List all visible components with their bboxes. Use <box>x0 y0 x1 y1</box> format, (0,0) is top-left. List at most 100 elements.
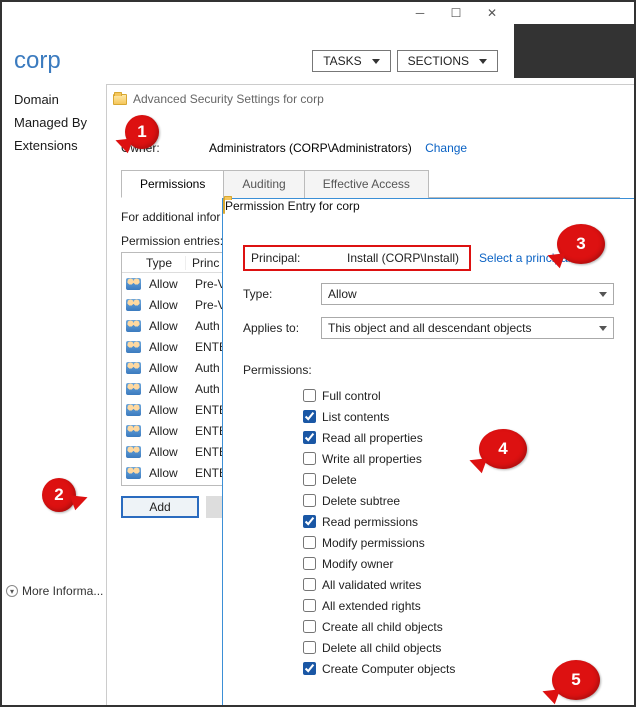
close-button[interactable]: ✕ <box>474 3 510 23</box>
row-type: Allow <box>143 340 189 354</box>
type-value: Allow <box>328 287 357 301</box>
permission-item[interactable]: Full control <box>303 385 620 406</box>
folder-icon <box>113 94 127 105</box>
advanced-security-title: Advanced Security Settings for corp <box>133 92 324 106</box>
row-type: Allow <box>143 403 189 417</box>
permission-item[interactable]: Read permissions <box>303 511 620 532</box>
row-type: Allow <box>143 361 189 375</box>
permission-label: All extended rights <box>322 599 421 613</box>
people-icon <box>126 320 141 332</box>
permission-checkbox[interactable] <box>303 452 316 465</box>
add-button[interactable]: Add <box>121 496 199 518</box>
permission-checkbox[interactable] <box>303 662 316 675</box>
permission-checkbox[interactable] <box>303 641 316 654</box>
permission-checkbox[interactable] <box>303 620 316 633</box>
permission-checkbox[interactable] <box>303 599 316 612</box>
tasks-dropdown[interactable]: TASKS <box>312 50 390 72</box>
chevron-down-icon <box>599 292 607 297</box>
permission-item[interactable]: All extended rights <box>303 595 620 616</box>
applies-select[interactable]: This object and all descendant objects <box>321 317 614 339</box>
folder-icon <box>223 198 225 214</box>
permission-checkbox[interactable] <box>303 536 316 549</box>
tasks-label: TASKS <box>323 54 361 68</box>
chevron-down-icon <box>479 59 487 64</box>
type-select[interactable]: Allow <box>321 283 614 305</box>
page-header: corp TASKS SECTIONS <box>2 42 510 80</box>
permission-entry-titlebar: Permission Entry for corp <box>223 199 634 227</box>
adv-tabs: Permissions Auditing Effective Access <box>121 169 620 198</box>
permission-checkbox[interactable] <box>303 515 316 528</box>
permission-label: Create all child objects <box>322 620 443 634</box>
permission-checkbox[interactable] <box>303 578 316 591</box>
permission-checkbox[interactable] <box>303 431 316 444</box>
permission-label: Write all properties <box>322 452 422 466</box>
tab-effective-access[interactable]: Effective Access <box>304 170 429 198</box>
sections-label: SECTIONS <box>408 54 469 68</box>
col-type: Type <box>140 256 186 270</box>
people-icon <box>126 404 141 416</box>
applies-label: Applies to: <box>243 321 321 335</box>
permission-checkbox[interactable] <box>303 410 316 423</box>
people-icon <box>126 278 141 290</box>
permission-item[interactable]: Modify owner <box>303 553 620 574</box>
owner-row: Owner: Administrators (CORP\Administrato… <box>121 125 620 169</box>
more-information-expander[interactable]: ▾ More Informa... <box>6 584 103 598</box>
permission-checkbox[interactable] <box>303 473 316 486</box>
permission-item[interactable]: Delete all child objects <box>303 637 620 658</box>
background-strip <box>514 24 634 78</box>
permission-label: Read permissions <box>322 515 418 529</box>
type-label: Type: <box>243 287 321 301</box>
permission-item[interactable]: Create all child objects <box>303 616 620 637</box>
nav-item-domain[interactable]: Domain <box>2 88 106 111</box>
principal-highlight: Principal: Install (CORP\Install) <box>243 245 471 271</box>
permission-label: All validated writes <box>322 578 421 592</box>
permission-item[interactable]: All validated writes <box>303 574 620 595</box>
left-nav: Domain Managed By Extensions ▾ More Info… <box>2 84 106 161</box>
people-icon <box>126 299 141 311</box>
tab-auditing[interactable]: Auditing <box>223 170 304 198</box>
callout-4: 4 <box>479 429 527 469</box>
type-row: Type: Allow <box>243 283 620 305</box>
maximize-button[interactable]: ☐ <box>438 3 474 23</box>
permission-checkbox[interactable] <box>303 494 316 507</box>
permission-checkbox[interactable] <box>303 557 316 570</box>
more-label: More Informa... <box>22 584 103 598</box>
permission-label: Delete <box>322 473 357 487</box>
people-icon <box>126 425 141 437</box>
permission-item[interactable]: List contents <box>303 406 620 427</box>
chevron-down-icon: ▾ <box>6 585 18 597</box>
tab-permissions[interactable]: Permissions <box>121 170 224 198</box>
minimize-button[interactable]: ─ <box>402 3 438 23</box>
chevron-down-icon <box>372 59 380 64</box>
callout-2: 2 <box>42 478 76 512</box>
row-type: Allow <box>143 298 189 312</box>
permission-entry-title: Permission Entry for corp <box>225 199 360 213</box>
applies-value: This object and all descendant objects <box>328 321 531 335</box>
permission-item[interactable]: Delete subtree <box>303 490 620 511</box>
people-icon <box>126 446 141 458</box>
permission-label: Delete all child objects <box>322 641 441 655</box>
row-type: Allow <box>143 466 189 480</box>
permission-entry-window: Permission Entry for corp Principal: Ins… <box>222 198 634 705</box>
nav-item-extensions[interactable]: Extensions <box>2 134 106 157</box>
callout-1: 1 <box>125 115 159 149</box>
change-owner-link[interactable]: Change <box>425 141 467 155</box>
callout-3: 3 <box>557 224 605 264</box>
row-type: Allow <box>143 445 189 459</box>
owner-value: Administrators (CORP\Administrators) <box>209 141 412 155</box>
row-type: Allow <box>143 424 189 438</box>
chevron-down-icon <box>599 326 607 331</box>
sections-dropdown[interactable]: SECTIONS <box>397 50 498 72</box>
permission-item[interactable]: Write all properties <box>303 448 620 469</box>
advanced-security-titlebar: Advanced Security Settings for corp <box>107 85 634 113</box>
nav-item-managed-by[interactable]: Managed By <box>2 111 106 134</box>
permissions-list: Full control List contentsRead all proper… <box>243 385 620 679</box>
permission-label: Modify owner <box>322 557 393 571</box>
permission-item[interactable]: Delete <box>303 469 620 490</box>
permission-label: Full control <box>322 389 381 403</box>
people-icon <box>126 341 141 353</box>
permission-item[interactable]: Read all properties <box>303 427 620 448</box>
permission-item[interactable]: Modify permissions <box>303 532 620 553</box>
permission-checkbox[interactable] <box>303 389 316 402</box>
row-type: Allow <box>143 277 189 291</box>
